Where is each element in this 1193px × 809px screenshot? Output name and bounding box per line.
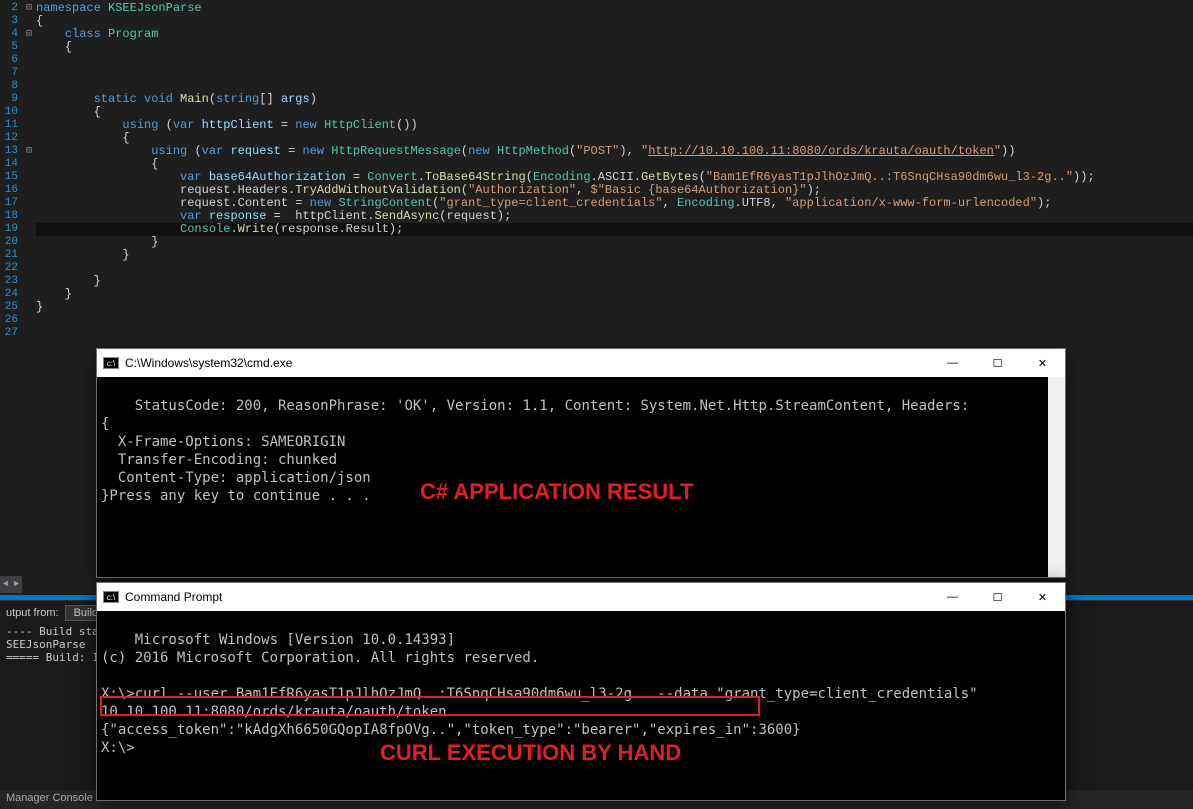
line-number-gutter: 2345678910111213141516171819202122232425…: [0, 0, 22, 580]
minimize-button[interactable]: —: [930, 583, 975, 611]
scrollbar[interactable]: [1048, 377, 1065, 577]
output-label: utput from:: [6, 607, 59, 619]
cmd-title-bar[interactable]: c:\ C:\Windows\system32\cmd.exe — ☐ ✕: [97, 349, 1065, 377]
cmd-icon: c:\: [103, 591, 119, 603]
cmd-title-text: C:\Windows\system32\cmd.exe: [125, 356, 292, 370]
cmd-body[interactable]: StatusCode: 200, ReasonPhrase: 'OK', Ver…: [97, 377, 1065, 577]
cmd-title-bar[interactable]: c:\ Command Prompt — ☐ ✕: [97, 583, 1065, 611]
cmd-body[interactable]: Microsoft Windows [Version 10.0.14393] (…: [97, 611, 1065, 800]
horizontal-scroll-buttons[interactable]: ◄►: [0, 576, 22, 593]
minimize-button[interactable]: —: [930, 349, 975, 377]
cmd-icon: c:\: [103, 357, 119, 369]
close-button[interactable]: ✕: [1020, 583, 1065, 611]
maximize-button[interactable]: ☐: [975, 349, 1020, 377]
cmd-title-text: Command Prompt: [125, 590, 222, 604]
cmd-window-csharp-result[interactable]: c:\ C:\Windows\system32\cmd.exe — ☐ ✕ St…: [96, 348, 1066, 578]
status-text: Manager Console: [6, 792, 93, 804]
close-button[interactable]: ✕: [1020, 349, 1065, 377]
maximize-button[interactable]: ☐: [975, 583, 1020, 611]
cmd-window-curl[interactable]: c:\ Command Prompt — ☐ ✕ Microsoft Windo…: [96, 582, 1066, 801]
fold-column[interactable]: ⊟⊟⊟: [22, 0, 36, 580]
